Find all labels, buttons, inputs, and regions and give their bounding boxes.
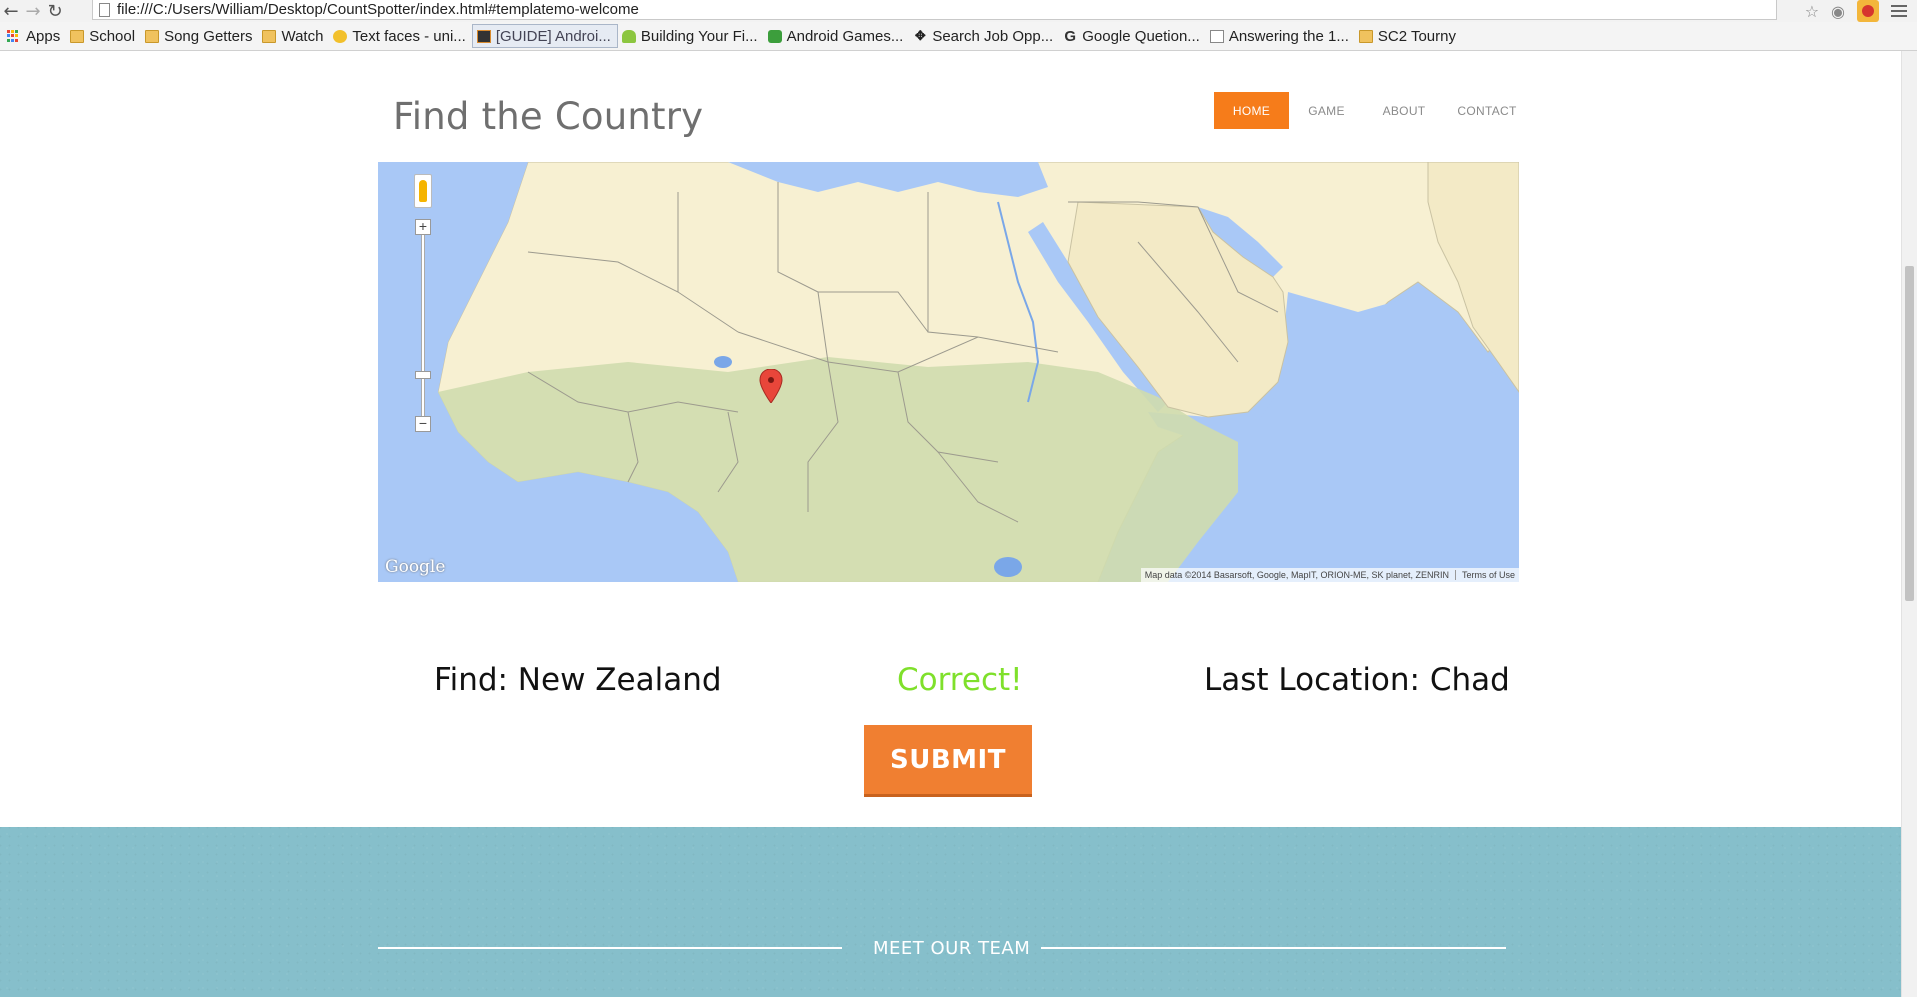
nav-home[interactable]: HOME xyxy=(1214,92,1289,129)
reload-icon[interactable]: ↻ xyxy=(44,0,66,22)
bookmark-text-faces[interactable]: Text faces - uni... xyxy=(329,24,471,48)
bookmark-guide-android[interactable]: [GUIDE] Androi... xyxy=(471,24,618,48)
site-title: Find the Country xyxy=(393,95,704,138)
street-view-pegman-icon[interactable] xyxy=(414,174,432,208)
bookmark-search-job[interactable]: ✥ Search Job Opp... xyxy=(909,24,1059,48)
map-terrain xyxy=(378,162,1519,582)
submit-button[interactable]: SUBMIT xyxy=(864,725,1032,797)
folder-icon xyxy=(262,29,277,43)
lake-victoria xyxy=(994,557,1022,577)
bookmark-building-your-first[interactable]: Building Your Fi... xyxy=(618,24,764,48)
nav-about[interactable]: ABOUT xyxy=(1364,92,1444,129)
map-attribution: Map data ©2014 Basarsoft, Google, MapIT,… xyxy=(1140,568,1519,582)
heading-divider-left xyxy=(378,947,842,949)
team-section: MEET OUR TEAM xyxy=(0,827,1901,997)
page-icon xyxy=(1209,29,1224,43)
bookmarks-bar: Apps School Song Getters Watch Text face… xyxy=(0,22,1917,51)
bookmark-watch[interactable]: Watch xyxy=(258,24,329,48)
page-scrollbar[interactable] xyxy=(1901,51,1917,997)
zoom-in-button[interactable]: + xyxy=(415,219,431,235)
nav-game[interactable]: GAME xyxy=(1289,92,1364,129)
guide-site-icon xyxy=(476,29,491,43)
main-nav: HOME GAME ABOUT CONTACT xyxy=(1214,92,1530,129)
extension-gray-icon[interactable]: ◉ xyxy=(1831,2,1845,21)
zoom-slider-track[interactable] xyxy=(421,235,425,416)
last-location-label: Last Location: Chad xyxy=(1204,662,1510,698)
extension-color-icon[interactable] xyxy=(1857,0,1879,22)
page-content: Find the Country HOME GAME ABOUT CONTACT xyxy=(0,51,1901,997)
location-marker-icon[interactable] xyxy=(759,369,783,403)
android-icon xyxy=(621,29,636,43)
bookmark-android-games[interactable]: Android Games... xyxy=(764,24,910,48)
bookmark-answering[interactable]: Answering the 1... xyxy=(1206,24,1355,48)
team-heading: MEET OUR TEAM xyxy=(873,938,1031,959)
scroll-thumb[interactable] xyxy=(1905,266,1914,601)
apps-grid-icon xyxy=(7,29,21,43)
bookmark-sc2-tourny[interactable]: SC2 Tourny xyxy=(1355,24,1462,48)
address-bar[interactable]: file:///C:/Users/William/Desktop/CountSp… xyxy=(92,0,1777,20)
url-text: file:///C:/Users/William/Desktop/CountSp… xyxy=(117,1,639,18)
google-logo: Google xyxy=(385,557,446,577)
bookmark-school[interactable]: School xyxy=(66,24,141,48)
heading-divider-right xyxy=(1041,947,1506,949)
zoom-out-button[interactable]: − xyxy=(415,416,431,432)
browser-toolbar: ← → ↻ file:///C:/Users/William/Desktop/C… xyxy=(0,0,1917,22)
folder-icon xyxy=(70,29,85,43)
lake-chad xyxy=(714,356,732,368)
bookmark-song-getters[interactable]: Song Getters xyxy=(141,24,258,48)
find-target-label: Find: New Zealand xyxy=(434,662,722,698)
terms-of-use-link[interactable]: Terms of Use xyxy=(1462,570,1515,580)
smiley-icon xyxy=(333,29,348,43)
bookmark-google-question[interactable]: G Google Quetion... xyxy=(1059,24,1206,48)
games-icon xyxy=(767,29,782,43)
map-data-credit: Map data ©2014 Basarsoft, Google, MapIT,… xyxy=(1144,570,1449,580)
bookmark-apps[interactable]: Apps xyxy=(3,24,66,48)
folder-icon xyxy=(1358,29,1373,43)
google-g-icon: G xyxy=(1064,27,1077,45)
file-page-icon xyxy=(99,2,110,17)
nav-contact[interactable]: CONTACT xyxy=(1444,92,1530,129)
bookmark-star-icon[interactable]: ☆ xyxy=(1805,2,1819,21)
map-view[interactable]: + − Google Map data ©2014 Basarsoft, Goo… xyxy=(378,162,1519,582)
forward-arrow-icon[interactable]: → xyxy=(22,0,44,22)
result-label: Correct! xyxy=(897,662,1023,698)
folder-icon xyxy=(145,29,160,43)
chrome-menu-icon[interactable] xyxy=(1891,5,1907,17)
zoom-slider-handle[interactable] xyxy=(415,371,431,379)
job-site-icon: ✥ xyxy=(914,28,926,43)
back-arrow-icon[interactable]: ← xyxy=(0,0,22,22)
